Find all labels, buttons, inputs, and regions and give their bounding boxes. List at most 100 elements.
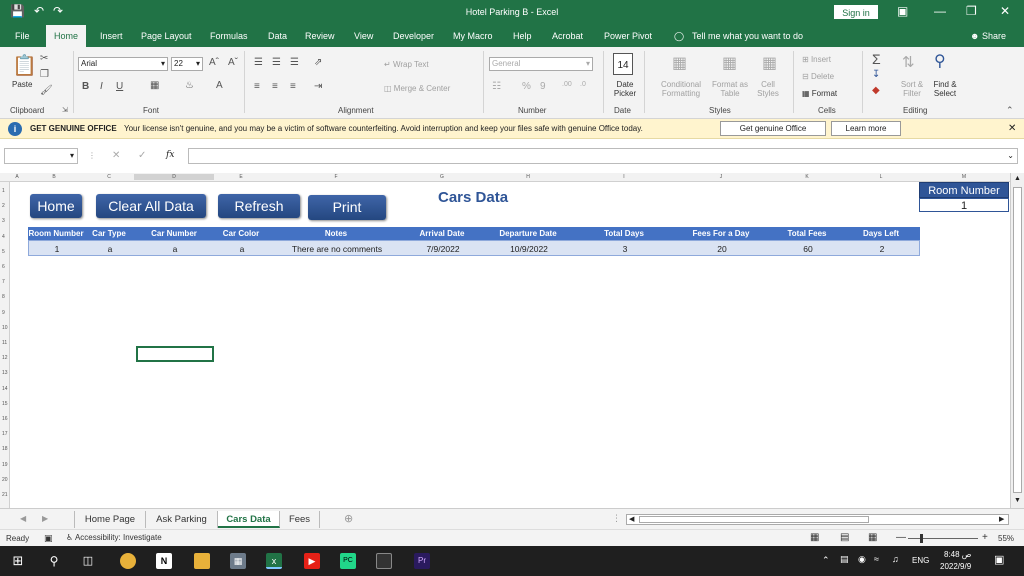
tab-home-page[interactable]: Home Page xyxy=(74,511,146,528)
column-header[interactable]: K xyxy=(770,174,844,180)
insert-cells-button[interactable]: ⊞ Insert xyxy=(802,55,831,64)
search-icon[interactable]: ⚲ xyxy=(46,553,62,569)
fill-icon[interactable]: ↧ xyxy=(872,69,880,80)
task-view-icon[interactable]: ◫ xyxy=(80,553,96,569)
clock-time[interactable]: 8:48 ص xyxy=(944,550,971,559)
zoom-in-icon[interactable]: + xyxy=(982,532,988,543)
next-sheet-icon[interactable]: ▶ xyxy=(42,514,48,523)
row-header[interactable]: 8 xyxy=(2,294,5,300)
room-number-value[interactable]: 1 xyxy=(919,198,1009,212)
align-top-icon[interactable]: ☰ xyxy=(254,57,263,68)
language-indicator[interactable]: ENG xyxy=(912,556,929,565)
column-header[interactable]: A xyxy=(10,174,24,180)
close-icon[interactable]: ✕ xyxy=(1000,4,1010,18)
tab-my-macro[interactable]: My Macro xyxy=(453,31,493,41)
ribbon-display-icon[interactable]: ▣ xyxy=(897,4,908,18)
chrome-icon[interactable] xyxy=(120,553,136,569)
find-select-button[interactable]: Find & Select xyxy=(930,80,960,98)
cell-styles-button[interactable]: Cell Styles xyxy=(752,80,784,98)
font-size-select[interactable]: 22 ▾ xyxy=(171,57,203,71)
bold-icon[interactable]: B xyxy=(82,81,89,92)
sort-filter-button[interactable]: Sort & Filter xyxy=(898,80,926,98)
volume-icon[interactable]: ♫ xyxy=(892,554,899,564)
font-color-icon[interactable]: A xyxy=(216,80,223,91)
tab-file[interactable]: File xyxy=(15,31,30,41)
row-header[interactable]: 20 xyxy=(2,477,8,483)
tab-ask-parking[interactable]: Ask Parking xyxy=(146,511,218,528)
align-middle-icon[interactable]: ☰ xyxy=(272,57,281,68)
pycharm-icon[interactable]: PC xyxy=(340,553,356,569)
prev-sheet-icon[interactable]: ◀ xyxy=(20,514,26,523)
restore-icon[interactable]: ❐ xyxy=(966,4,977,18)
insert-function-icon[interactable]: fx xyxy=(166,150,174,160)
row-header[interactable]: 14 xyxy=(2,386,8,392)
add-sheet-icon[interactable]: ⊕ xyxy=(344,512,353,525)
row-header[interactable]: 1 xyxy=(2,188,5,194)
macro-record-icon[interactable]: ▣ xyxy=(44,533,53,544)
increase-decimal-icon[interactable]: .00 xyxy=(562,81,572,88)
cut-icon[interactable]: ✂ xyxy=(40,53,48,64)
scroll-thumb[interactable] xyxy=(1013,187,1022,493)
scroll-right-icon[interactable]: ▶ xyxy=(999,515,1004,523)
premiere-icon[interactable]: Pr xyxy=(414,553,430,569)
wrap-text-button[interactable]: ↵ Wrap Text xyxy=(384,60,429,69)
dialog-launcher-icon[interactable]: ⇲ xyxy=(62,106,68,114)
tab-fees[interactable]: Fees xyxy=(280,511,320,528)
zoom-slider-thumb[interactable] xyxy=(920,534,923,543)
align-right-icon[interactable]: ≡ xyxy=(290,81,296,92)
copy-icon[interactable]: ❐ xyxy=(40,69,49,80)
clear-icon[interactable]: ◆ xyxy=(872,85,880,96)
borders-icon[interactable]: ▦ xyxy=(150,80,159,91)
zoom-out-icon[interactable]: — xyxy=(896,532,906,543)
scroll-up-icon[interactable]: ▲ xyxy=(1014,175,1021,182)
conditional-formatting-icon[interactable]: ▦ xyxy=(672,53,687,73)
table-row[interactable]: 1 a a a There are no comments 7/9/2022 1… xyxy=(28,240,920,256)
selected-cell[interactable] xyxy=(136,346,214,362)
calendar-icon[interactable]: 14 xyxy=(613,53,633,75)
page-layout-view-icon[interactable]: ▤ xyxy=(840,532,849,543)
calculator-icon[interactable]: ▦ xyxy=(230,553,246,569)
row-header[interactable]: 2 xyxy=(2,203,5,209)
scroll-thumb[interactable] xyxy=(639,516,869,523)
windows-start-icon[interactable]: ⊞ xyxy=(10,553,26,569)
share-button[interactable]: ☻ Share xyxy=(970,31,1006,41)
tab-acrobat[interactable]: Acrobat xyxy=(552,31,583,41)
get-genuine-office-button[interactable]: Get genuine Office xyxy=(720,121,826,136)
indent-icon[interactable]: ⇥ xyxy=(314,81,322,92)
scroll-left-icon[interactable]: ◀ xyxy=(629,515,634,523)
clock-date[interactable]: 2022/9/9 xyxy=(940,562,971,571)
tab-help[interactable]: Help xyxy=(513,31,532,41)
refresh-button[interactable]: Refresh xyxy=(218,194,300,218)
accessibility-button[interactable]: ♿ Accessibility: Investigate xyxy=(66,533,162,542)
column-header[interactable]: E xyxy=(214,174,268,180)
number-format-select[interactable]: General ▾ xyxy=(489,57,593,71)
excel-icon[interactable]: x xyxy=(266,553,282,569)
zoom-level[interactable]: 55% xyxy=(998,534,1014,543)
learn-more-button[interactable]: Learn more xyxy=(831,121,901,136)
tab-developer[interactable]: Developer xyxy=(393,31,434,41)
tab-home[interactable]: Home xyxy=(46,25,87,47)
name-box[interactable]: ▾ xyxy=(4,148,78,164)
globe-icon[interactable]: ◉ xyxy=(858,554,866,565)
column-header[interactable]: G xyxy=(404,174,480,180)
row-header[interactable]: 4 xyxy=(2,234,5,240)
notifications-icon[interactable]: ▣ xyxy=(994,553,1004,566)
format-as-table-icon[interactable]: ▦ xyxy=(722,53,737,73)
row-header[interactable]: 10 xyxy=(2,325,8,331)
column-header[interactable]: D xyxy=(134,174,214,180)
tell-me-search[interactable]: Tell me what you want to do xyxy=(692,31,803,41)
terminal-icon[interactable] xyxy=(376,553,392,569)
accounting-icon[interactable]: ☷ xyxy=(492,81,501,92)
format-cells-button[interactable]: ▦ Format xyxy=(802,89,837,98)
fill-color-icon[interactable]: ♨ xyxy=(185,80,194,91)
zoom-slider[interactable] xyxy=(908,538,978,539)
align-left-icon[interactable]: ≡ xyxy=(254,81,260,92)
row-header[interactable]: 5 xyxy=(2,249,5,255)
tab-power-pivot[interactable]: Power Pivot xyxy=(604,31,652,41)
tab-view[interactable]: View xyxy=(354,31,373,41)
row-header[interactable]: 3 xyxy=(2,218,5,224)
battery-icon[interactable]: ▤ xyxy=(840,554,849,565)
file-explorer-icon[interactable] xyxy=(194,553,210,569)
delete-cells-button[interactable]: ⊟ Delete xyxy=(802,72,834,81)
sheet-grid[interactable]: Home Clear All Data Refresh Print Cars D… xyxy=(10,182,1010,508)
